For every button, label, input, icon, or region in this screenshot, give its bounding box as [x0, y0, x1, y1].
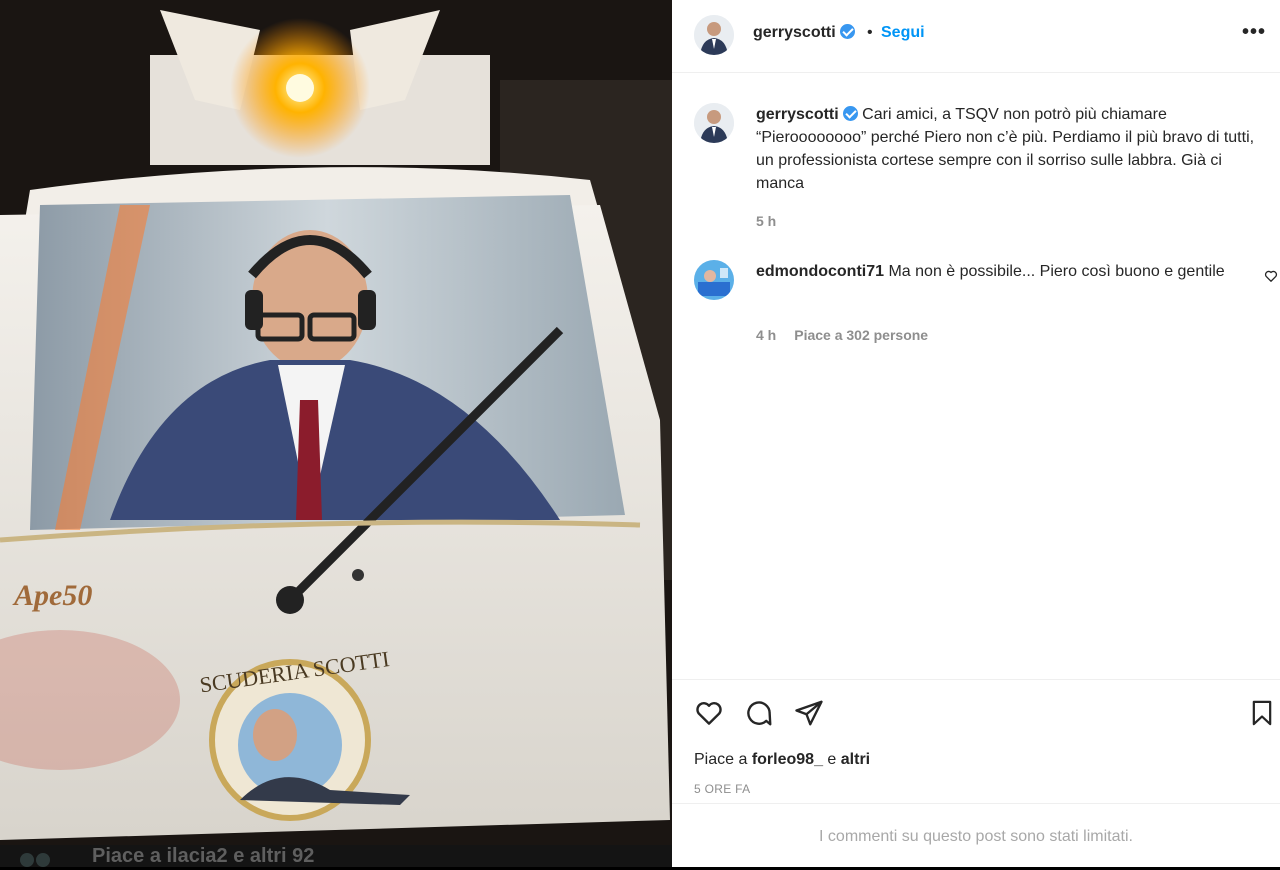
author-username[interactable]: gerryscotti — [753, 24, 855, 42]
caption-author-avatar[interactable] — [694, 103, 734, 143]
commenter-avatar[interactable] — [694, 260, 734, 300]
post-timestamp[interactable]: 5 ORE FA — [694, 782, 750, 796]
heart-icon[interactable] — [694, 698, 724, 728]
author-avatar[interactable] — [694, 15, 734, 55]
commenter-username[interactable]: edmondoconti71 — [756, 263, 884, 280]
caption-time[interactable]: 5 h — [756, 213, 776, 229]
caption-text-block: gerryscotti Cari amici, a TSQV non potrò… — [756, 103, 1256, 195]
post-side-panel: gerryscotti • Segui ••• gerryscotti Cari… — [672, 0, 1280, 867]
comments-limited-notice: I commenti su questo post sono stati lim… — [672, 803, 1280, 867]
verified-badge-icon — [842, 106, 858, 121]
comment-likes[interactable]: Piace a 302 persone — [794, 327, 928, 343]
bookmark-icon[interactable] — [1248, 698, 1276, 728]
comment-meta: 4 h Piace a 302 persone — [756, 327, 946, 343]
likes-user-link[interactable]: forleo98_ — [752, 751, 823, 768]
vehicle-logo: Ape50 — [12, 579, 92, 612]
likes-others-link[interactable]: altri — [841, 751, 870, 768]
post-actions: Piace a forleo98_ e altri 5 ORE FA — [672, 679, 1280, 803]
comment-text-block: edmondoconti71 Ma non è possibile... Pie… — [756, 260, 1226, 283]
comment-like-heart-icon[interactable] — [1264, 269, 1278, 283]
post-photo-illustration: Ape50 SCUDERIA SCOTTI — [0, 0, 672, 867]
overlay-avatars — [20, 850, 70, 867]
likes-conjunction: e — [827, 751, 837, 768]
caption-username[interactable]: gerryscotti — [756, 106, 839, 123]
follow-button[interactable]: Segui — [881, 24, 925, 42]
photo-overlay-caption: Piace a ilacia2 e altri 92 — [0, 845, 672, 867]
verified-badge-icon — [839, 24, 855, 39]
post-header: gerryscotti • Segui ••• — [672, 0, 1280, 73]
separator-dot: • — [867, 24, 873, 41]
comment-text: Ma non è possibile... Piero così buono e… — [888, 263, 1225, 280]
likes-summary: Piace a forleo98_ e altri — [694, 751, 870, 769]
send-icon[interactable] — [794, 698, 824, 728]
post-image[interactable]: Ape50 SCUDERIA SCOTTI Piace a ilacia2 e … — [0, 0, 672, 867]
more-options-icon[interactable]: ••• — [1242, 21, 1266, 44]
comment-time[interactable]: 4 h — [756, 327, 776, 343]
likes-prefix: Piace a — [694, 751, 748, 768]
comment-icon[interactable] — [744, 698, 774, 728]
caption-meta: 5 h — [756, 213, 794, 229]
